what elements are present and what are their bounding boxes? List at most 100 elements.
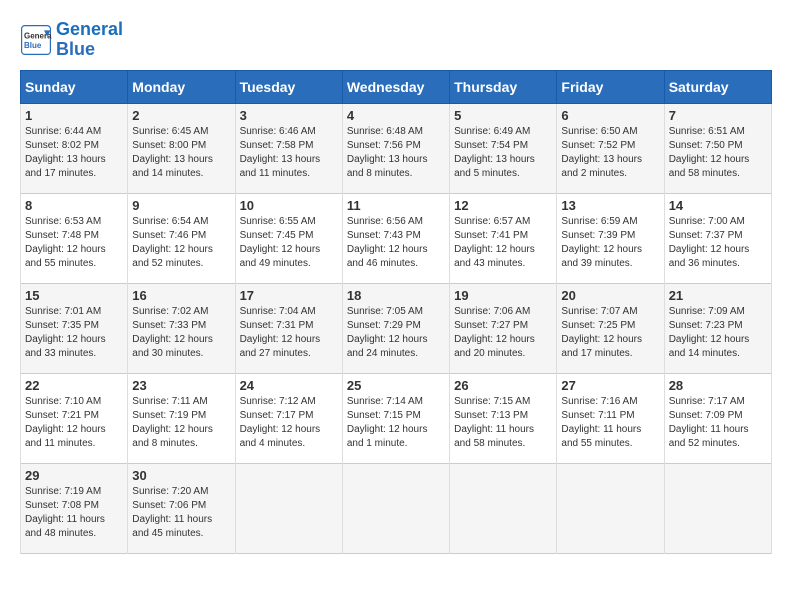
logo-text: GeneralBlue xyxy=(56,20,123,60)
day-info: Sunrise: 7:02 AM Sunset: 7:33 PM Dayligh… xyxy=(132,305,230,361)
page-header: General Blue GeneralBlue xyxy=(20,20,772,60)
day-cell: 10 Sunrise: 6:55 AM Sunset: 7:45 PM Dayli… xyxy=(235,193,342,283)
day-info: Sunrise: 7:12 AM Sunset: 7:17 PM Dayligh… xyxy=(240,395,338,451)
day-cell: 19 Sunrise: 7:06 AM Sunset: 7:27 PM Dayli… xyxy=(450,283,557,373)
header-cell-monday: Monday xyxy=(128,70,235,103)
day-info: Sunrise: 6:54 AM Sunset: 7:46 PM Dayligh… xyxy=(132,215,230,271)
day-info: Sunrise: 7:17 AM Sunset: 7:09 PM Dayligh… xyxy=(669,395,767,451)
day-cell: 29Sunrise: 7:19 AM Sunset: 7:08 PM Dayli… xyxy=(21,463,128,553)
day-cell: 24 Sunrise: 7:12 AM Sunset: 7:17 PM Dayli… xyxy=(235,373,342,463)
day-number: 7 xyxy=(669,108,767,123)
day-number: 26 xyxy=(454,378,552,393)
week-row-4: 22 Sunrise: 7:10 AM Sunset: 7:21 PM Dayli… xyxy=(21,373,772,463)
day-cell: 12Sunrise: 6:57 AM Sunset: 7:41 PM Dayli… xyxy=(450,193,557,283)
day-number: 4 xyxy=(347,108,445,123)
day-cell xyxy=(342,463,449,553)
day-info: Sunrise: 6:55 AM Sunset: 7:45 PM Dayligh… xyxy=(240,215,338,271)
day-info: Sunrise: 7:11 AM Sunset: 7:19 PM Dayligh… xyxy=(132,395,230,451)
day-number: 19 xyxy=(454,288,552,303)
week-row-2: 8Sunrise: 6:53 AM Sunset: 7:48 PM Daylig… xyxy=(21,193,772,283)
day-info: Sunrise: 6:49 AM Sunset: 7:54 PM Dayligh… xyxy=(454,125,552,181)
day-info: Sunrise: 7:05 AM Sunset: 7:29 PM Dayligh… xyxy=(347,305,445,361)
svg-text:Blue: Blue xyxy=(24,41,42,50)
week-row-1: 1 Sunrise: 6:44 AM Sunset: 8:02 PM Daylig… xyxy=(21,103,772,193)
day-cell: 7 Sunrise: 6:51 AM Sunset: 7:50 PM Daylig… xyxy=(664,103,771,193)
day-cell xyxy=(450,463,557,553)
day-info: Sunrise: 7:06 AM Sunset: 7:27 PM Dayligh… xyxy=(454,305,552,361)
day-info: Sunrise: 6:53 AM Sunset: 7:48 PM Dayligh… xyxy=(25,215,123,271)
day-cell: 5 Sunrise: 6:49 AM Sunset: 7:54 PM Daylig… xyxy=(450,103,557,193)
day-cell: 21 Sunrise: 7:09 AM Sunset: 7:23 PM Dayli… xyxy=(664,283,771,373)
header-cell-tuesday: Tuesday xyxy=(235,70,342,103)
day-number: 3 xyxy=(240,108,338,123)
day-info: Sunrise: 6:51 AM Sunset: 7:50 PM Dayligh… xyxy=(669,125,767,181)
day-info: Sunrise: 7:00 AM Sunset: 7:37 PM Dayligh… xyxy=(669,215,767,271)
day-cell: 15Sunrise: 7:01 AM Sunset: 7:35 PM Dayli… xyxy=(21,283,128,373)
week-row-3: 15Sunrise: 7:01 AM Sunset: 7:35 PM Dayli… xyxy=(21,283,772,373)
day-number: 18 xyxy=(347,288,445,303)
day-number: 21 xyxy=(669,288,767,303)
day-cell: 26 Sunrise: 7:15 AM Sunset: 7:13 PM Dayli… xyxy=(450,373,557,463)
header-cell-wednesday: Wednesday xyxy=(342,70,449,103)
day-cell: 17 Sunrise: 7:04 AM Sunset: 7:31 PM Dayli… xyxy=(235,283,342,373)
day-number: 22 xyxy=(25,378,123,393)
day-number: 6 xyxy=(561,108,659,123)
week-row-5: 29Sunrise: 7:19 AM Sunset: 7:08 PM Dayli… xyxy=(21,463,772,553)
day-cell: 6 Sunrise: 6:50 AM Sunset: 7:52 PM Daylig… xyxy=(557,103,664,193)
day-info: Sunrise: 7:04 AM Sunset: 7:31 PM Dayligh… xyxy=(240,305,338,361)
day-number: 23 xyxy=(132,378,230,393)
day-info: Sunrise: 6:48 AM Sunset: 7:56 PM Dayligh… xyxy=(347,125,445,181)
day-info: Sunrise: 7:07 AM Sunset: 7:25 PM Dayligh… xyxy=(561,305,659,361)
logo: General Blue GeneralBlue xyxy=(20,20,123,60)
day-number: 29 xyxy=(25,468,123,483)
day-info: Sunrise: 7:20 AM Sunset: 7:06 PM Dayligh… xyxy=(132,485,230,541)
day-cell: 13Sunrise: 6:59 AM Sunset: 7:39 PM Dayli… xyxy=(557,193,664,283)
day-cell: 20 Sunrise: 7:07 AM Sunset: 7:25 PM Dayli… xyxy=(557,283,664,373)
header-row: SundayMondayTuesdayWednesdayThursdayFrid… xyxy=(21,70,772,103)
day-cell: 9Sunrise: 6:54 AM Sunset: 7:46 PM Daylig… xyxy=(128,193,235,283)
day-info: Sunrise: 7:16 AM Sunset: 7:11 PM Dayligh… xyxy=(561,395,659,451)
calendar-table: SundayMondayTuesdayWednesdayThursdayFrid… xyxy=(20,70,772,554)
calendar-body: 1 Sunrise: 6:44 AM Sunset: 8:02 PM Daylig… xyxy=(21,103,772,553)
day-cell xyxy=(557,463,664,553)
day-info: Sunrise: 6:46 AM Sunset: 7:58 PM Dayligh… xyxy=(240,125,338,181)
day-number: 25 xyxy=(347,378,445,393)
day-cell: 1 Sunrise: 6:44 AM Sunset: 8:02 PM Daylig… xyxy=(21,103,128,193)
day-cell xyxy=(664,463,771,553)
day-info: Sunrise: 6:50 AM Sunset: 7:52 PM Dayligh… xyxy=(561,125,659,181)
day-info: Sunrise: 7:10 AM Sunset: 7:21 PM Dayligh… xyxy=(25,395,123,451)
day-info: Sunrise: 7:14 AM Sunset: 7:15 PM Dayligh… xyxy=(347,395,445,451)
day-cell: 16Sunrise: 7:02 AM Sunset: 7:33 PM Dayli… xyxy=(128,283,235,373)
header-cell-friday: Friday xyxy=(557,70,664,103)
day-number: 10 xyxy=(240,198,338,213)
day-number: 28 xyxy=(669,378,767,393)
day-cell: 14Sunrise: 7:00 AM Sunset: 7:37 PM Dayli… xyxy=(664,193,771,283)
logo-icon: General Blue xyxy=(20,24,52,56)
day-cell: 23 Sunrise: 7:11 AM Sunset: 7:19 PM Dayli… xyxy=(128,373,235,463)
day-number: 1 xyxy=(25,108,123,123)
header-cell-sunday: Sunday xyxy=(21,70,128,103)
day-cell: 30 Sunrise: 7:20 AM Sunset: 7:06 PM Dayli… xyxy=(128,463,235,553)
day-info: Sunrise: 6:44 AM Sunset: 8:02 PM Dayligh… xyxy=(25,125,123,181)
day-info: Sunrise: 6:56 AM Sunset: 7:43 PM Dayligh… xyxy=(347,215,445,271)
day-number: 27 xyxy=(561,378,659,393)
day-cell: 4 Sunrise: 6:48 AM Sunset: 7:56 PM Daylig… xyxy=(342,103,449,193)
day-info: Sunrise: 6:45 AM Sunset: 8:00 PM Dayligh… xyxy=(132,125,230,181)
day-info: Sunrise: 7:15 AM Sunset: 7:13 PM Dayligh… xyxy=(454,395,552,451)
day-cell: 18 Sunrise: 7:05 AM Sunset: 7:29 PM Dayli… xyxy=(342,283,449,373)
day-info: Sunrise: 6:57 AM Sunset: 7:41 PM Dayligh… xyxy=(454,215,552,271)
day-number: 17 xyxy=(240,288,338,303)
day-number: 2 xyxy=(132,108,230,123)
day-number: 20 xyxy=(561,288,659,303)
day-info: Sunrise: 7:01 AM Sunset: 7:35 PM Dayligh… xyxy=(25,305,123,361)
day-number: 11 xyxy=(347,198,445,213)
day-number: 5 xyxy=(454,108,552,123)
calendar-header: SundayMondayTuesdayWednesdayThursdayFrid… xyxy=(21,70,772,103)
day-number: 30 xyxy=(132,468,230,483)
day-cell: 11 Sunrise: 6:56 AM Sunset: 7:43 PM Dayli… xyxy=(342,193,449,283)
day-cell: 25 Sunrise: 7:14 AM Sunset: 7:15 PM Dayli… xyxy=(342,373,449,463)
header-cell-thursday: Thursday xyxy=(450,70,557,103)
day-info: Sunrise: 7:09 AM Sunset: 7:23 PM Dayligh… xyxy=(669,305,767,361)
day-number: 24 xyxy=(240,378,338,393)
day-cell: 8Sunrise: 6:53 AM Sunset: 7:48 PM Daylig… xyxy=(21,193,128,283)
